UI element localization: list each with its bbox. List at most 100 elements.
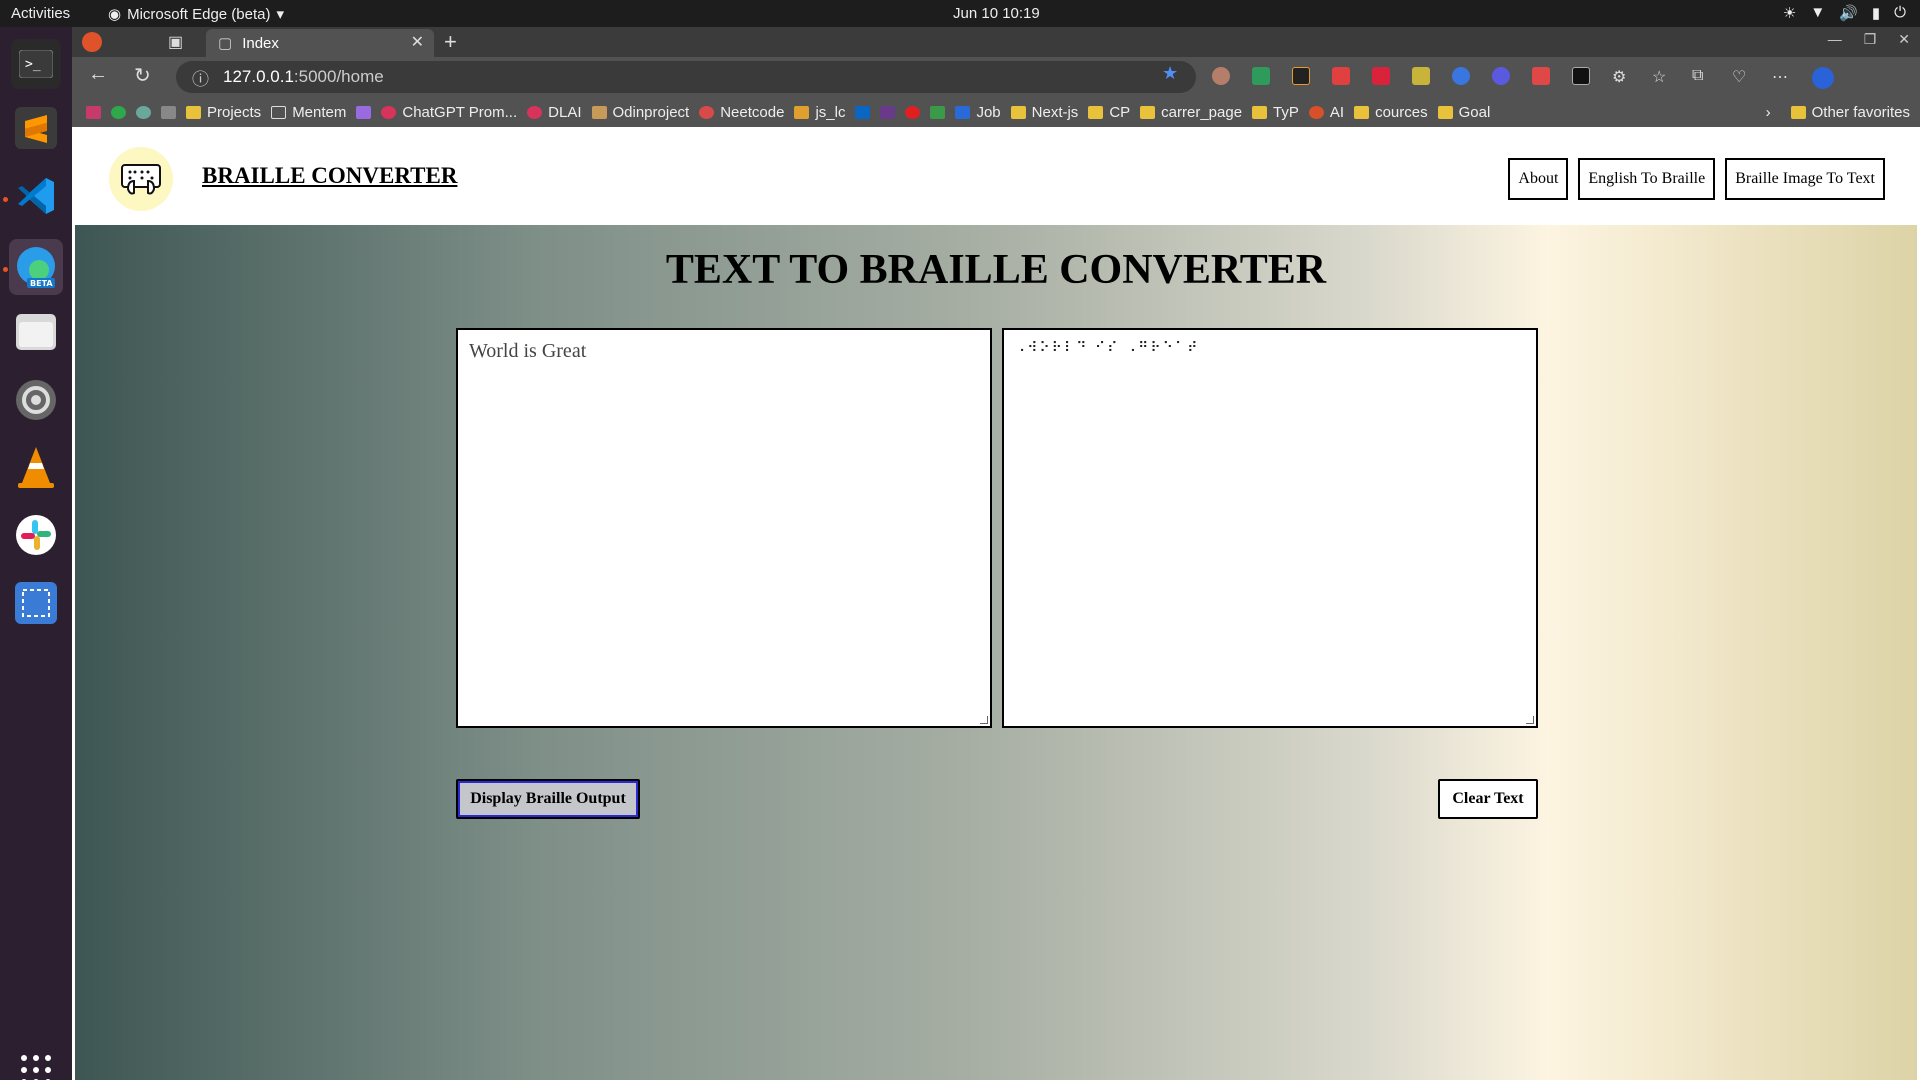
restore-icon[interactable]: ❐ — [1864, 31, 1877, 48]
url-field[interactable]: ⓘ 127.0.0.1:5000/home — [176, 61, 1196, 93]
slack-icon[interactable] — [11, 510, 61, 560]
dock: >_ BETA — [0, 27, 72, 1080]
bookmark-item[interactable] — [855, 105, 871, 119]
site-brand[interactable]: BRAILLE CONVERTER — [202, 163, 457, 189]
vlc-icon[interactable] — [11, 442, 61, 492]
files-icon[interactable] — [11, 307, 61, 357]
bookmark-odinproject[interactable]: Odinproject — [591, 104, 689, 121]
bookmark-carrer-page[interactable]: carrer_page — [1140, 104, 1242, 121]
reload-icon[interactable]: ↻ — [134, 63, 151, 88]
folder-icon — [1437, 105, 1453, 119]
extension-icon[interactable] — [1212, 67, 1230, 85]
app-name-label: Microsoft Edge (beta) — [127, 5, 271, 23]
heart-icon[interactable]: ♡ — [1732, 67, 1750, 86]
new-tab-icon[interactable]: + — [444, 29, 457, 55]
folder-icon — [1354, 105, 1370, 119]
bookmark-job[interactable]: Job — [955, 104, 1001, 121]
bookmark-cources[interactable]: cources — [1354, 104, 1428, 121]
bookmark-item[interactable] — [930, 105, 946, 119]
collections-icon[interactable]: ⧉ — [1692, 67, 1710, 85]
page-icon — [271, 105, 287, 119]
extension-icon[interactable] — [1412, 67, 1430, 85]
extension-icon[interactable] — [1532, 67, 1550, 85]
clear-text-button[interactable]: Clear Text — [1438, 779, 1538, 819]
edge-icon: ◉ — [108, 6, 122, 23]
display-braille-button[interactable]: Display Braille Output — [456, 779, 640, 819]
english-input-value: World is Great — [469, 340, 587, 362]
sublime-text-icon[interactable] — [11, 103, 61, 153]
bookmark-item[interactable] — [905, 105, 921, 119]
clock[interactable]: Jun 10 10:19 — [953, 5, 1040, 22]
bookmark-item[interactable] — [136, 105, 151, 119]
bookmark-ai[interactable]: AI — [1308, 104, 1344, 121]
extension-icon[interactable] — [1492, 67, 1510, 85]
bookmark-next-js[interactable]: Next-js — [1010, 104, 1078, 121]
nav-braille-image-to-text[interactable]: Braille Image To Text — [1725, 158, 1885, 200]
bookmark-cp[interactable]: CP — [1088, 104, 1130, 121]
bookmark-typ[interactable]: TyP — [1252, 104, 1299, 121]
svg-text:BETA: BETA — [30, 279, 53, 288]
show-apps-icon[interactable] — [21, 1055, 51, 1080]
folder-icon — [1088, 105, 1104, 119]
folder-icon — [1252, 105, 1268, 119]
close-icon[interactable]: ✕ — [411, 32, 424, 52]
settings-icon[interactable] — [11, 375, 61, 425]
favorites-icon[interactable]: ☆ — [1652, 67, 1670, 86]
page-content: BRAILLE CONVERTER About English To Brail… — [75, 133, 1917, 1080]
bookmark-goal[interactable]: Goal — [1437, 104, 1490, 121]
tab-index[interactable]: ▢ Index ✕ — [206, 29, 434, 57]
terminal-icon[interactable]: >_ — [11, 39, 61, 89]
back-icon[interactable]: ← — [88, 63, 108, 86]
extensions-toolbar: ⚙ ☆ ⧉ ♡ ⋯ — [1212, 67, 1834, 89]
favorite-star-icon[interactable]: ★ — [1162, 63, 1178, 84]
extension-icon[interactable] — [1572, 67, 1590, 85]
url-path: :5000/home — [293, 67, 384, 86]
screenshot-icon[interactable] — [11, 578, 61, 628]
site-nav: About English To Braille Braille Image T… — [1508, 158, 1885, 200]
bookmark-chatgpt[interactable]: ChatGPT Prom... — [381, 104, 517, 121]
puzzle-icon[interactable]: ⚙ — [1612, 67, 1630, 86]
folder-icon — [1790, 105, 1806, 119]
bookmark-item[interactable] — [880, 105, 896, 119]
bookmark-dlai[interactable]: DLAI — [527, 104, 582, 121]
running-indicator — [3, 267, 8, 272]
edge-beta-icon[interactable]: BETA — [9, 239, 63, 295]
bookmark-item[interactable] — [356, 105, 372, 119]
extension-icon[interactable] — [1372, 67, 1390, 85]
nav-about[interactable]: About — [1508, 158, 1569, 200]
profile-icon[interactable] — [82, 32, 102, 52]
extension-icon[interactable] — [1252, 67, 1270, 85]
chevron-right-icon[interactable]: › — [1766, 104, 1771, 121]
minimize-icon[interactable]: — — [1828, 31, 1842, 48]
resize-handle[interactable] — [980, 716, 988, 724]
copilot-icon[interactable] — [1812, 67, 1834, 89]
resize-handle[interactable] — [1526, 716, 1534, 724]
bookmark-item[interactable] — [86, 105, 101, 119]
bookmark-projects[interactable]: Projects — [186, 104, 261, 121]
bookmark-item[interactable] — [111, 105, 126, 119]
bookmark-neetcode[interactable]: Neetcode — [699, 104, 784, 121]
system-tray[interactable]: ☀ ▼ 🔊 ▮ ⏻ — [1783, 4, 1906, 22]
battery-icon: ▮ — [1871, 5, 1881, 22]
extension-icon[interactable] — [1292, 67, 1310, 85]
power-icon: ⏻ — [1894, 4, 1906, 21]
vscode-icon[interactable] — [11, 171, 61, 221]
site-header: BRAILLE CONVERTER About English To Brail… — [75, 133, 1917, 225]
wifi-icon: ▼ — [1810, 4, 1826, 21]
window-close-icon[interactable]: ✕ — [1898, 31, 1910, 48]
extension-icon[interactable] — [1452, 67, 1470, 85]
more-icon[interactable]: ⋯ — [1772, 67, 1790, 86]
other-favorites[interactable]: › Other favorites — [1766, 97, 1910, 127]
page-title: TEXT TO BRAILLE CONVERTER — [665, 247, 1327, 293]
volume-icon: 🔊 — [1839, 5, 1858, 22]
tab-actions-icon[interactable]: ▣ — [168, 32, 183, 52]
extension-icon[interactable] — [1332, 67, 1350, 85]
english-input[interactable]: World is Great — [456, 328, 992, 728]
activities-button[interactable]: Activities — [11, 5, 70, 22]
app-menu[interactable]: ◉ Microsoft Edge (beta) ▾ — [108, 5, 284, 24]
bookmark-js-lc[interactable]: js_lc — [794, 104, 845, 121]
nav-english-to-braille[interactable]: English To Braille — [1578, 158, 1716, 200]
bookmark-item[interactable] — [161, 105, 176, 119]
braille-output[interactable]: ⠠⠺⠕⠗⠇⠙ ⠊⠎ ⠠⠛⠗⠑⠁⠞ — [1002, 328, 1538, 728]
bookmark-mentem[interactable]: Mentem — [271, 104, 346, 121]
